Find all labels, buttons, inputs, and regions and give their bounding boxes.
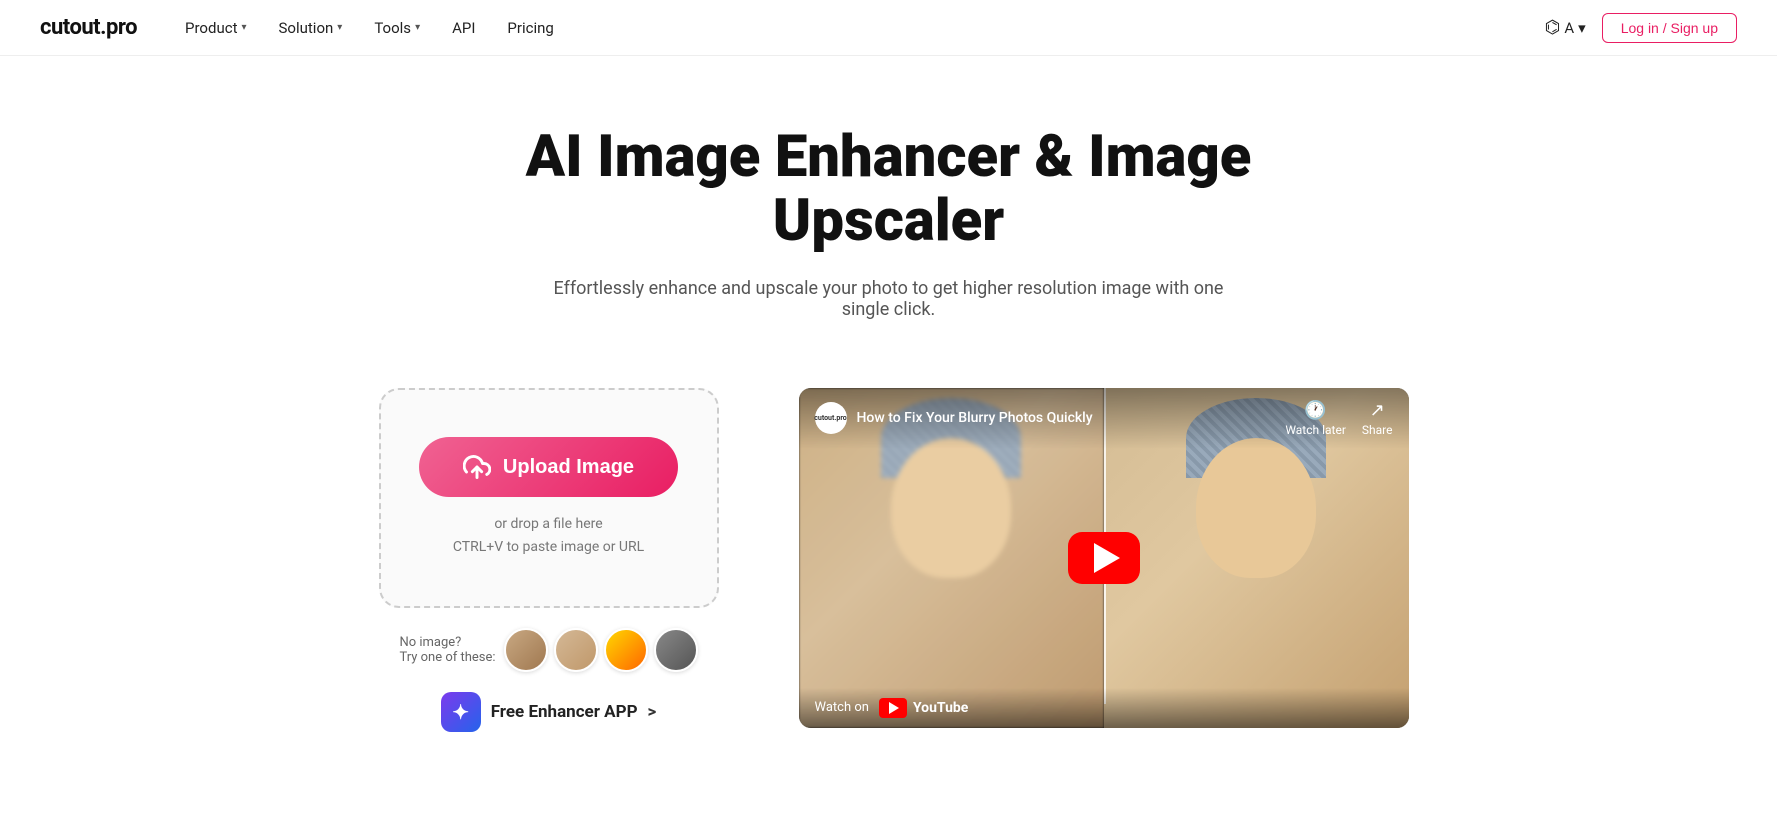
video-topbar: cutout.pro How to Fix Your Blurry Photos… [799, 388, 1409, 449]
app-icon: ✦ [441, 692, 481, 732]
nav-solution[interactable]: Solution ▾ [279, 19, 343, 37]
video-bottombar: Watch on YouTube [799, 688, 1409, 728]
youtube-logo-icon [879, 698, 907, 718]
nav-pricing[interactable]: Pricing [507, 19, 553, 37]
video-panel: → cutout.pro How to Fix Your Blurry Phot… [799, 388, 1419, 728]
watch-on-label: Watch on [815, 700, 869, 715]
nav-right: ⌬ A ▾ Log in / Sign up [1545, 13, 1737, 43]
sample-thumb-3[interactable] [604, 628, 648, 672]
chevron-down-icon: ▾ [1578, 19, 1586, 37]
login-button[interactable]: Log in / Sign up [1602, 13, 1737, 43]
share-action[interactable]: ↗ Share [1362, 400, 1393, 437]
nav-links: Product ▾ Solution ▾ Tools ▾ API Pricing [185, 19, 1545, 37]
video-actions: 🕐 Watch later ↗ Share [1285, 400, 1392, 437]
upload-hint: or drop a file here CTRL+V to paste imag… [453, 513, 644, 558]
nav-tools[interactable]: Tools ▾ [374, 19, 420, 37]
nav-api[interactable]: API [452, 19, 475, 37]
watch-later-icon: 🕐 [1304, 400, 1326, 421]
translate-icon: ⌬ [1545, 17, 1561, 38]
sample-images-row: No image? Try one of these: [399, 628, 697, 672]
share-icon: ↗ [1370, 400, 1385, 421]
app-download-link[interactable]: ✦ Free Enhancer APP > [441, 692, 657, 732]
hero-subtitle: Effortlessly enhance and upscale your ph… [539, 278, 1239, 320]
upload-button[interactable]: Upload Image [419, 437, 678, 497]
sample-thumbnails [504, 628, 698, 672]
youtube-play-button[interactable] [1068, 532, 1140, 584]
baby-face-right [1196, 438, 1316, 578]
video-title: How to Fix Your Blurry Photos Quickly [857, 410, 1276, 426]
upload-dropzone[interactable]: Upload Image or drop a file here CTRL+V … [379, 388, 719, 608]
arrow-right-icon: > [648, 702, 657, 722]
hero-title: AI Image Enhancer & Image Upscaler [439, 126, 1339, 254]
language-selector[interactable]: ⌬ A ▾ [1545, 17, 1586, 38]
chevron-down-icon: ▾ [337, 22, 342, 33]
sample-thumb-2[interactable] [554, 628, 598, 672]
upload-icon [463, 453, 491, 481]
nav-product[interactable]: Product ▾ [185, 19, 246, 37]
sample-label: No image? Try one of these: [399, 635, 495, 665]
watch-later-action[interactable]: 🕐 Watch later [1285, 400, 1346, 437]
channel-avatar: cutout.pro [815, 402, 847, 434]
chevron-down-icon: ▾ [241, 22, 246, 33]
youtube-logo-text: YouTube [913, 700, 968, 716]
brand-logo[interactable]: cutout.pro [40, 15, 137, 40]
sample-thumb-4[interactable] [654, 628, 698, 672]
upload-panel: Upload Image or drop a file here CTRL+V … [359, 388, 739, 732]
main-content: Upload Image or drop a file here CTRL+V … [289, 388, 1489, 792]
youtube-logo: YouTube [879, 698, 968, 718]
chevron-down-icon: ▾ [415, 22, 420, 33]
navbar: cutout.pro Product ▾ Solution ▾ Tools ▾ … [0, 0, 1777, 56]
video-thumbnail[interactable]: → cutout.pro How to Fix Your Blurry Phot… [799, 388, 1409, 728]
hero-section: AI Image Enhancer & Image Upscaler Effor… [0, 56, 1777, 388]
sample-thumb-1[interactable] [504, 628, 548, 672]
